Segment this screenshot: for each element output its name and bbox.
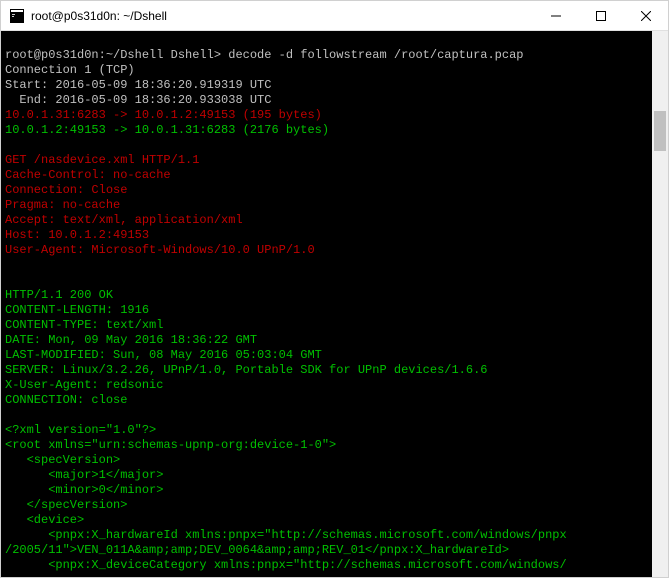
output-line: Connection 1 (TCP) xyxy=(5,63,648,78)
request-line: Host: 10.0.1.2:49153 xyxy=(5,228,648,243)
xml-line: <?xml version="1.0"?> xyxy=(5,423,648,438)
response-line: CONTENT-LENGTH: 1916 xyxy=(5,303,648,318)
response-line: SERVER: Linux/3.2.26, UPnP/1.0, Portable… xyxy=(5,363,648,378)
output-line: End: 2016-05-09 18:36:20.933038 UTC xyxy=(5,93,648,108)
terminal-container: root@p0s31d0n:~/Dshell Dshell> decode -d… xyxy=(1,31,668,577)
blank-line xyxy=(5,258,648,273)
request-line: GET /nasdevice.xml HTTP/1.1 xyxy=(5,153,648,168)
response-line: DATE: Mon, 09 May 2016 18:36:22 GMT xyxy=(5,333,648,348)
xml-line: </specVersion> xyxy=(5,498,648,513)
minimize-button[interactable] xyxy=(533,1,578,30)
close-button[interactable] xyxy=(623,1,668,30)
xml-line: <device> xyxy=(5,513,648,528)
terminal[interactable]: root@p0s31d0n:~/Dshell Dshell> decode -d… xyxy=(1,31,652,577)
request-line: Pragma: no-cache xyxy=(5,198,648,213)
window-titlebar: root@p0s31d0n: ~/Dshell xyxy=(1,1,668,31)
vertical-scrollbar[interactable] xyxy=(652,31,668,577)
blank-line xyxy=(5,408,648,423)
window-controls xyxy=(533,1,668,30)
output-line: 10.0.1.2:49153 -> 10.0.1.31:6283 (2176 b… xyxy=(5,123,648,138)
response-line: CONNECTION: close xyxy=(5,393,648,408)
window-title: root@p0s31d0n: ~/Dshell xyxy=(31,9,533,23)
request-line: Connection: Close xyxy=(5,183,648,198)
response-line: HTTP/1.1 200 OK xyxy=(5,288,648,303)
request-line: Accept: text/xml, application/xml xyxy=(5,213,648,228)
xml-line: <pnpx:X_deviceCategory xmlns:pnpx="http:… xyxy=(5,558,648,573)
output-line: 10.0.1.31:6283 -> 10.0.1.2:49153 (195 by… xyxy=(5,108,648,123)
xml-line: <minor>0</minor> xyxy=(5,483,648,498)
xml-line: /2005/11">VEN_011A&amp;amp;DEV_0064&amp;… xyxy=(5,543,648,558)
xml-line: <pnpx:X_hardwareId xmlns:pnpx="http://sc… xyxy=(5,528,648,543)
xml-line: <major>1</major> xyxy=(5,468,648,483)
xml-line: <specVersion> xyxy=(5,453,648,468)
blank-line xyxy=(5,273,648,288)
scroll-thumb[interactable] xyxy=(654,111,666,151)
blank-line xyxy=(5,138,648,153)
app-icon xyxy=(9,8,25,24)
request-line: User-Agent: Microsoft-Windows/10.0 UPnP/… xyxy=(5,243,648,258)
request-line: Cache-Control: no-cache xyxy=(5,168,648,183)
response-line: CONTENT-TYPE: text/xml xyxy=(5,318,648,333)
xml-line: <root xmlns="urn:schemas-upnp-org:device… xyxy=(5,438,648,453)
response-line: LAST-MODIFIED: Sun, 08 May 2016 05:03:04… xyxy=(5,348,648,363)
response-line: X-User-Agent: redsonic xyxy=(5,378,648,393)
maximize-button[interactable] xyxy=(578,1,623,30)
prompt-line: root@p0s31d0n:~/Dshell Dshell> decode -d… xyxy=(5,48,648,63)
output-line: Start: 2016-05-09 18:36:20.919319 UTC xyxy=(5,78,648,93)
